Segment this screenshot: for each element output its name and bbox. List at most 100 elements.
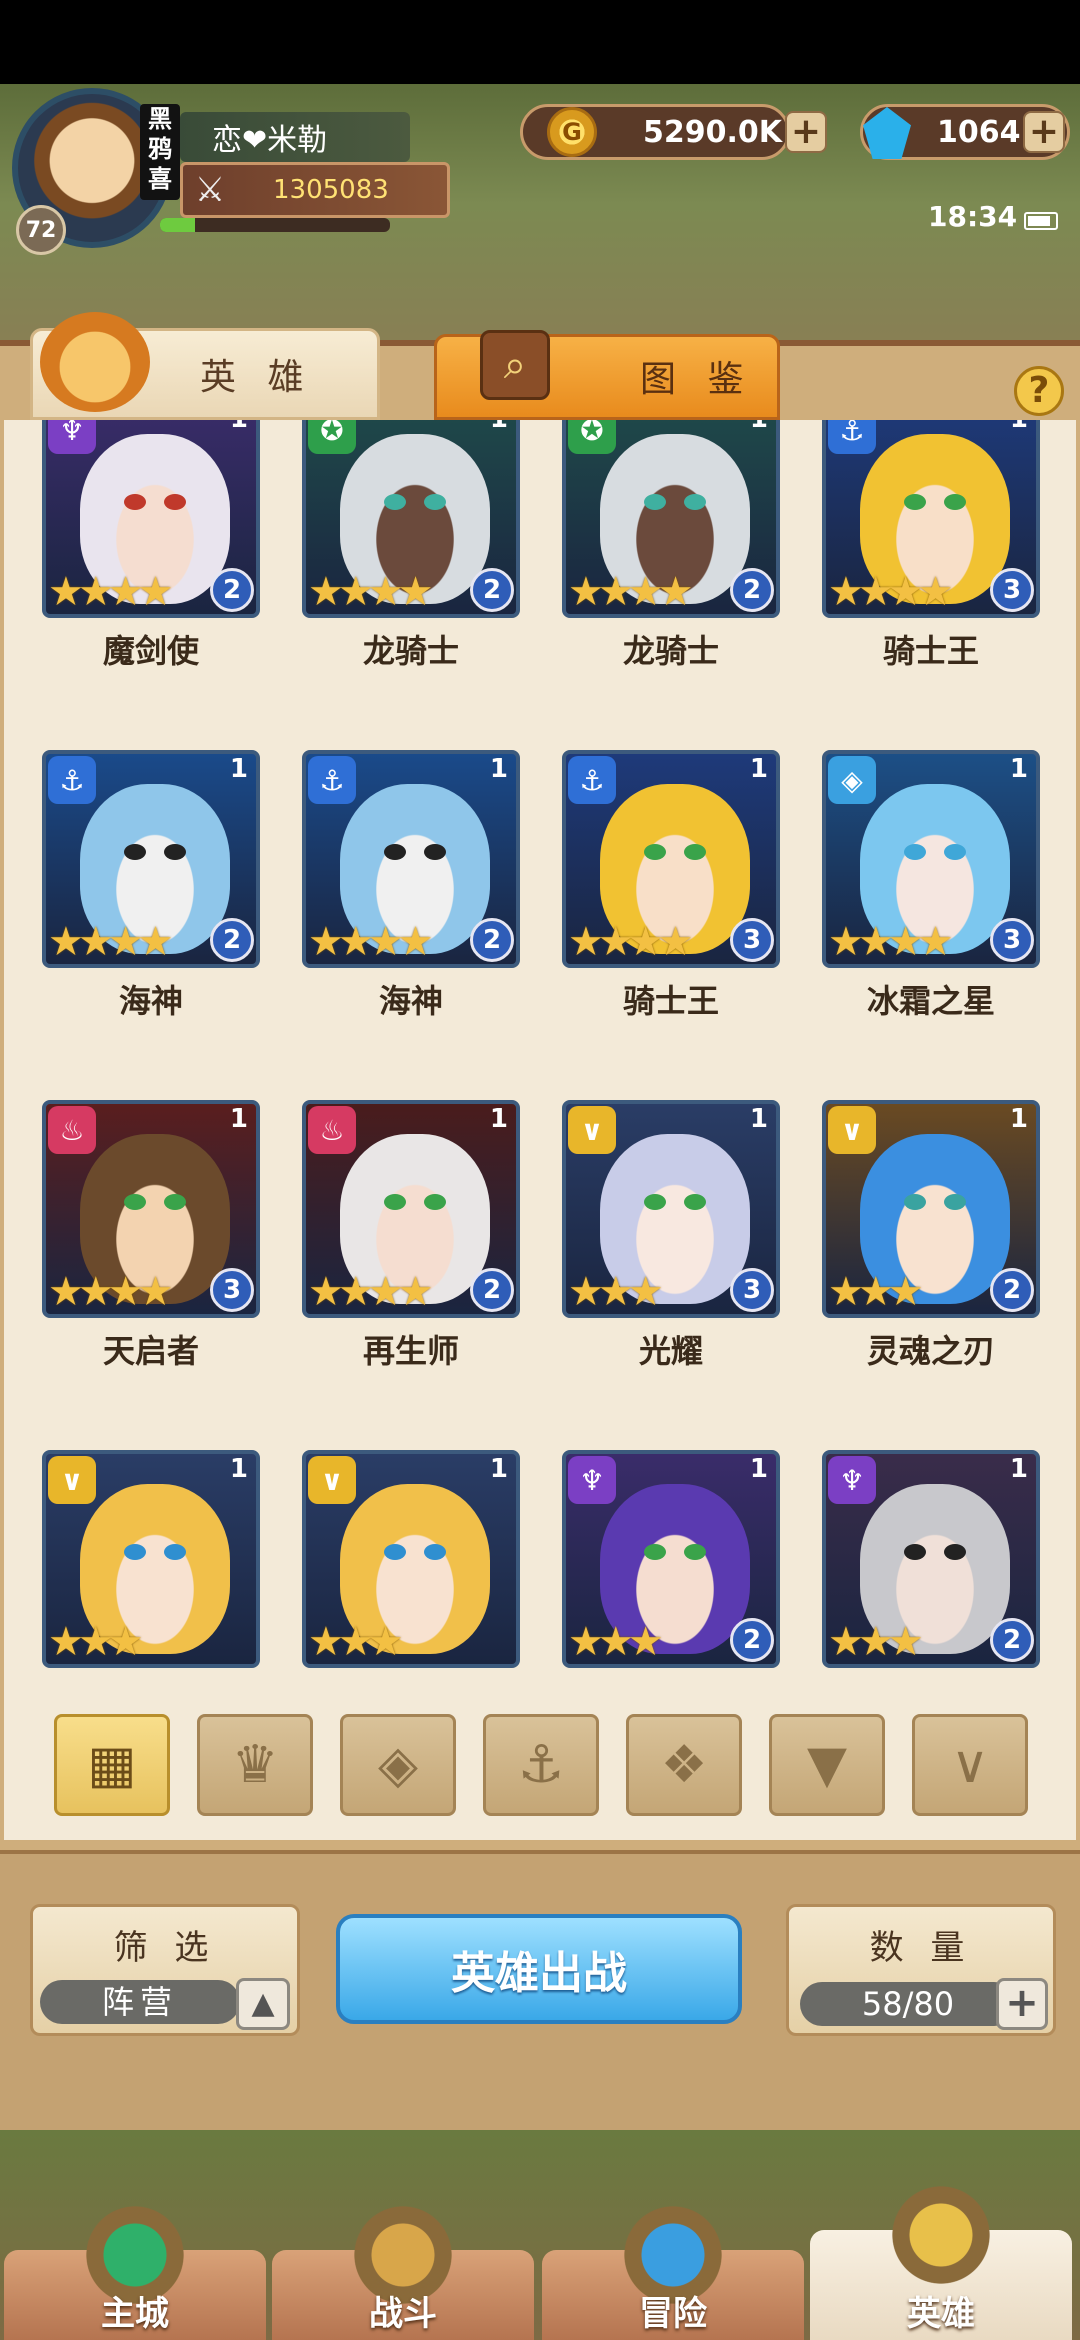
- hero-star-rating: ★★★: [308, 1619, 404, 1665]
- light-faction-icon: ∨: [950, 1735, 990, 1795]
- hero-eye: [424, 1194, 446, 1210]
- hero-eye: [684, 844, 706, 860]
- gem-currency: 1064 +: [860, 104, 1070, 160]
- hero-card[interactable]: ⚓ 1 ★★★★ 2: [42, 750, 260, 968]
- hero-rank-badge: 2: [730, 1618, 774, 1662]
- hero-name: 海神: [118, 982, 183, 1020]
- hero-card[interactable]: ∨ 1 ★★★: [302, 1450, 520, 1668]
- hero-eye: [944, 1194, 966, 1210]
- gold-coin-icon: G: [547, 107, 597, 157]
- hero-copy-count: 1: [749, 1104, 768, 1134]
- help-button[interactable]: ?: [1014, 366, 1064, 416]
- hero-card[interactable]: ♆ 1 ★★★ 2: [562, 1450, 780, 1668]
- hero-card[interactable]: ✪ 1 ★★★★ 2: [562, 420, 780, 618]
- beast-faction-icon: ✪: [308, 420, 356, 454]
- nav-label: 冒险: [639, 2294, 707, 2334]
- hero-rank-badge: 3: [730, 918, 774, 962]
- grid-icon: ▦: [87, 1735, 137, 1795]
- hero-card[interactable]: ⚓ 1 ★★★★ 2: [302, 750, 520, 968]
- hero-eye: [644, 494, 666, 510]
- hero-copy-count: 1: [229, 1454, 248, 1484]
- dark-faction-icon: ▼: [807, 1735, 847, 1795]
- filter-title: 筛 选: [113, 1928, 217, 1968]
- magnifier-icon: ⌕: [480, 330, 550, 400]
- hero-eye: [944, 494, 966, 510]
- hero-card[interactable]: ♆ 1 ★★★ 2: [822, 1450, 1040, 1668]
- gold-currency: G 5290.0K +: [520, 104, 827, 160]
- add-gems-button[interactable]: +: [1023, 111, 1065, 153]
- hero-copy-count: 1: [229, 1104, 248, 1134]
- faction-filter-button[interactable]: ▦: [54, 1714, 170, 1816]
- deploy-heroes-button[interactable]: 英雄出战: [336, 1914, 742, 2024]
- water-faction-icon: ⚓: [828, 420, 876, 454]
- hero-name: 再生师: [362, 1332, 459, 1370]
- hero-star-rating: ★★★★: [308, 569, 433, 615]
- hero-card[interactable]: ∨ 1 ★★★: [42, 1450, 260, 1668]
- hero-card[interactable]: ◈ 1 ★★★★ 3: [822, 750, 1040, 968]
- hero-eye: [164, 1544, 186, 1560]
- hero-rank-badge: 2: [210, 568, 254, 612]
- faction-filter-button[interactable]: ∨: [912, 1714, 1028, 1816]
- anchor-faction-icon: ⚓: [517, 1735, 565, 1795]
- hero-card[interactable]: ♨ 1 ★★★★ 3: [42, 1100, 260, 1318]
- hero-card[interactable]: ⚓ 1 ★★★★ 3: [822, 420, 1040, 618]
- faction-filter-button[interactable]: ⚓: [483, 1714, 599, 1816]
- hero-card[interactable]: ∨ 1 ★★★ 2: [822, 1100, 1040, 1318]
- water-faction-icon: ⚓: [48, 756, 96, 804]
- expand-capacity-button[interactable]: +: [996, 1978, 1048, 2030]
- faction-filter-button[interactable]: ♛: [197, 1714, 313, 1816]
- faction-filter-button[interactable]: ◈: [340, 1714, 456, 1816]
- hero-eye: [644, 844, 666, 860]
- hero-star-rating: ★★★: [568, 1269, 664, 1315]
- hero-card[interactable]: ♨ 1 ★★★★ 2: [302, 1100, 520, 1318]
- hero-rank-badge: 3: [730, 1268, 774, 1312]
- hero-rank-badge: 2: [990, 1268, 1034, 1312]
- crossed-swords-icon: ⚔: [194, 170, 226, 210]
- hero-card[interactable]: ♆ 1 ★★★★ 2: [42, 420, 260, 618]
- hero-card[interactable]: ✪ 1 ★★★★ 2: [302, 420, 520, 618]
- hero-star-rating: ★★★★: [48, 919, 173, 965]
- nav-label: 主城: [101, 2294, 169, 2334]
- light-faction-icon: ∨: [308, 1456, 356, 1504]
- hero-name: 光耀: [638, 1332, 703, 1370]
- vip-badge: 黑鸦喜: [140, 104, 180, 200]
- exp-bar-fill: [160, 218, 195, 232]
- hero-star-rating: ★★★: [568, 1619, 664, 1665]
- hero-copy-count: 1: [229, 754, 248, 784]
- light-faction-icon: ∨: [568, 1106, 616, 1154]
- water-faction-icon: ⚓: [308, 756, 356, 804]
- hero-name: 骑士王: [622, 982, 719, 1020]
- fire-faction-icon: ♨: [48, 1106, 96, 1154]
- chevron-up-icon[interactable]: ▲: [236, 1978, 290, 2030]
- hero-eye: [904, 1194, 926, 1210]
- clock: 18:34: [928, 200, 1018, 233]
- hero-helmet-icon: [40, 312, 150, 412]
- hero-copy-count: 1: [749, 754, 768, 784]
- hero-star-rating: ★★★★: [568, 569, 693, 615]
- filter-select[interactable]: 阵营: [40, 1980, 240, 2024]
- faction-filter-button[interactable]: ❖: [626, 1714, 742, 1816]
- gold-amount: 5290.0K: [643, 115, 783, 150]
- hero-card[interactable]: ⚓ 1 ★★★★ 3: [562, 750, 780, 968]
- hero-rank-badge: 3: [210, 1268, 254, 1312]
- hero-copy-count: 1: [1009, 1454, 1028, 1484]
- hero-star-rating: ★★★★: [48, 569, 173, 615]
- hero-rank-badge: 2: [470, 568, 514, 612]
- tab-heroes-label: 英 雄: [200, 357, 314, 398]
- water-faction-icon: ⚓: [568, 756, 616, 804]
- hero-rank-badge: 2: [210, 918, 254, 962]
- add-gold-button[interactable]: +: [785, 111, 827, 153]
- hero-card[interactable]: ∨ 1 ★★★ 3: [562, 1100, 780, 1318]
- hero-eye: [124, 494, 146, 510]
- faction-filter-button[interactable]: ▼: [769, 1714, 885, 1816]
- hero-star-rating: ★★★★: [308, 919, 433, 965]
- hero-eye: [124, 1544, 146, 1560]
- fire-faction-icon: ♛: [231, 1735, 279, 1795]
- hero-eye: [124, 1194, 146, 1210]
- hero-copy-count: 1: [749, 1454, 768, 1484]
- hero-name: 海神: [378, 982, 443, 1020]
- gem-amount: 1064: [937, 115, 1021, 150]
- hero-copy-count: 1: [489, 1104, 508, 1134]
- ice-faction-icon: ◈: [828, 756, 876, 804]
- hero-name: 灵魂之刃: [866, 1332, 995, 1370]
